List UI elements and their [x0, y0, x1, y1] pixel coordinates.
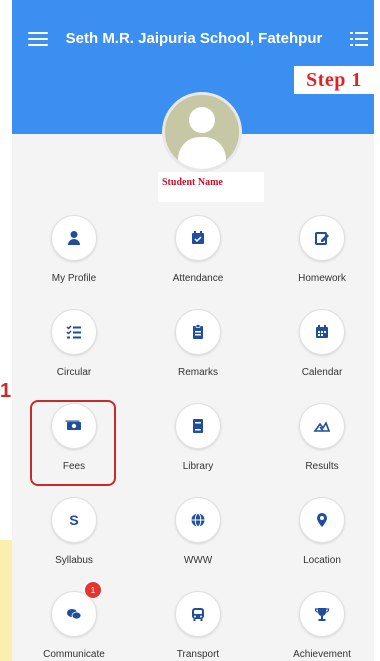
- menu-item-syllabus[interactable]: S Syllabus: [12, 497, 132, 591]
- menu-label: Homework: [298, 273, 346, 284]
- menu-label: WWW: [183, 555, 213, 566]
- svg-text:S: S: [69, 512, 78, 528]
- chat-icon: [67, 609, 82, 620]
- s-icon: S: [69, 512, 78, 528]
- book-icon: [193, 419, 203, 433]
- menu-label: Results: [305, 461, 339, 472]
- user-avatar-icon[interactable]: [162, 92, 242, 172]
- menu-item-circular[interactable]: Circular: [12, 309, 132, 403]
- menu-label: Circular: [56, 367, 92, 378]
- hamburger-icon[interactable]: [28, 32, 48, 46]
- menu-item-transport[interactable]: Transport: [136, 591, 256, 661]
- list-icon[interactable]: [350, 32, 368, 46]
- chart-icon: [313, 421, 331, 432]
- menu-label: Achievement: [293, 649, 351, 660]
- calendar-check-icon: [192, 231, 204, 244]
- menu-item-remarks[interactable]: Remarks: [136, 309, 256, 403]
- menu-item-my-profile[interactable]: My Profile: [12, 215, 132, 309]
- student-name: Student Name: [158, 172, 264, 202]
- menu-label: Transport: [176, 649, 220, 660]
- menu-label: Library: [182, 461, 214, 472]
- menu-item-www[interactable]: WWW: [136, 497, 256, 591]
- menu-label: Calendar: [301, 367, 343, 378]
- clipboard-icon: [193, 324, 203, 339]
- location-pin-icon: [317, 513, 327, 527]
- menu-label: Remarks: [177, 367, 218, 378]
- fees-highlight-box: [30, 400, 116, 486]
- menu-item-attendance[interactable]: Attendance: [136, 215, 256, 309]
- side-glow: [0, 540, 12, 661]
- globe-icon: [191, 513, 205, 527]
- bus-icon: [192, 608, 204, 621]
- notification-badge: 1: [84, 581, 102, 599]
- menu-label: Communicate: [43, 649, 105, 660]
- checklist-icon: [66, 325, 81, 339]
- menu-item-achievement[interactable]: Achievement: [260, 591, 374, 661]
- edit-icon: [315, 232, 329, 245]
- menu-item-calendar[interactable]: Calendar: [260, 309, 374, 403]
- menu-label: Location: [303, 555, 341, 566]
- school-title: Seth M.R. Jaipuria School, Fatehpur: [65, 30, 323, 47]
- menu-label: My Profile: [51, 273, 97, 284]
- calendar-icon: [316, 325, 328, 338]
- menu-item-communicate[interactable]: 1 Communicate: [12, 581, 132, 661]
- menu-item-location[interactable]: Location: [260, 497, 374, 591]
- step-number: 1: [0, 380, 12, 402]
- app-screen: Seth M.R. Jaipuria School, Fatehpur Step…: [12, 0, 374, 661]
- trophy-icon: [314, 608, 330, 621]
- user-icon: [68, 231, 80, 245]
- menu-item-homework[interactable]: Homework: [260, 215, 374, 309]
- menu-label: Attendance: [172, 273, 224, 284]
- menu-label: Syllabus: [55, 555, 93, 566]
- step-badge: Step 1: [294, 66, 374, 94]
- menu-item-library[interactable]: Library: [136, 403, 256, 497]
- menu-item-results[interactable]: Results: [260, 403, 374, 497]
